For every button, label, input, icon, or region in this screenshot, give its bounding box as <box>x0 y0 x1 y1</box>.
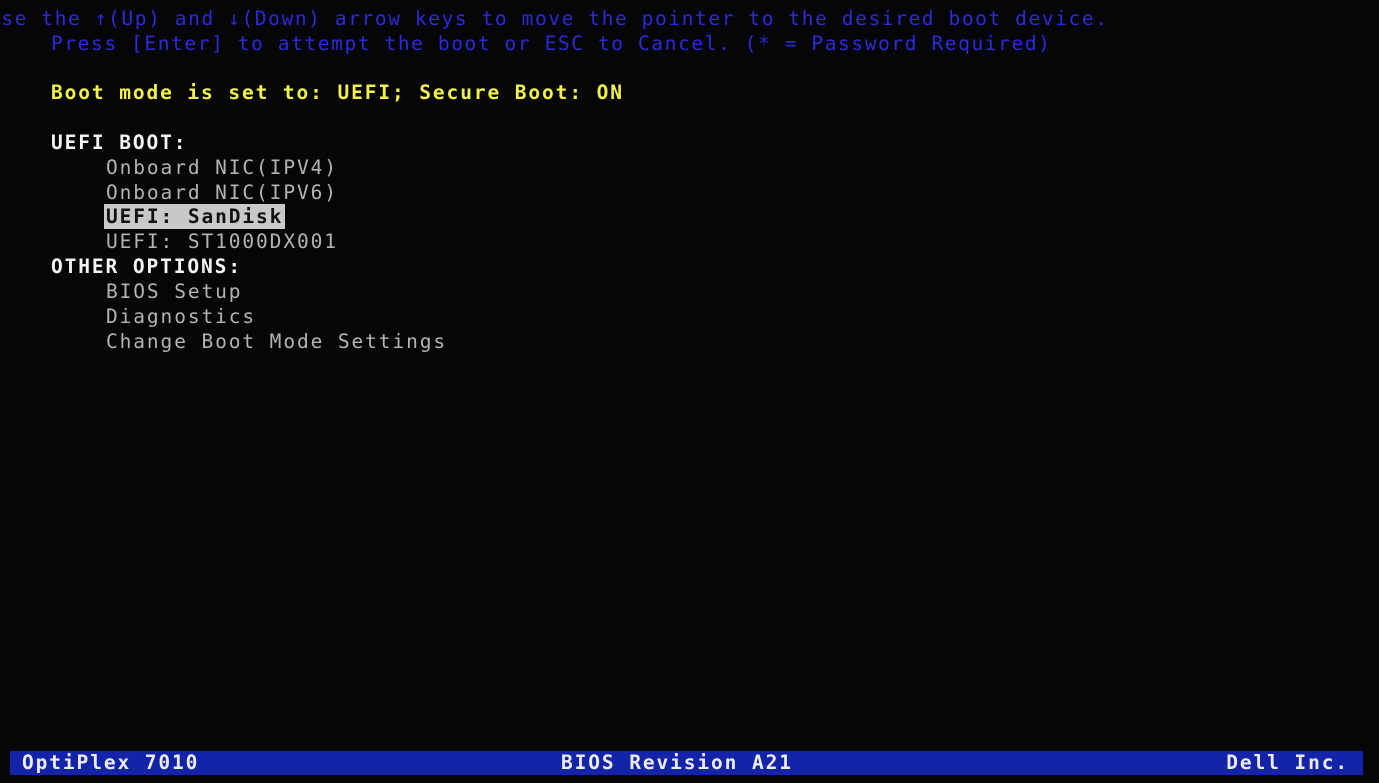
option-diagnostics[interactable]: Diagnostics <box>106 304 256 329</box>
footer-status-bar: OptiPlex 7010 BIOS Revision A21 Dell Inc… <box>10 751 1363 775</box>
boot-option-onboard-nic-ipv4[interactable]: Onboard NIC(IPV4) <box>106 155 338 180</box>
instruction-line-2: Press [Enter] to attempt the boot or ESC… <box>51 32 1052 55</box>
footer-model: OptiPlex 7010 <box>22 751 200 774</box>
boot-option-uefi-st1000dx001[interactable]: UEFI: ST1000DX001 <box>106 229 338 254</box>
option-change-boot-mode-settings[interactable]: Change Boot Mode Settings <box>106 329 447 354</box>
instruction-line-1: Use the ↑(Up) and ↓(Down) arrow keys to … <box>0 7 1109 30</box>
footer-bios-revision: BIOS Revision A21 <box>561 751 793 774</box>
boot-option-onboard-nic-ipv6[interactable]: Onboard NIC(IPV6) <box>106 180 338 205</box>
boot-mode-status: Boot mode is set to: UEFI; Secure Boot: … <box>51 81 624 104</box>
other-options-header: OTHER OPTIONS: <box>51 255 242 278</box>
boot-option-uefi-sandisk[interactable]: UEFI: SanDisk <box>104 204 286 229</box>
uefi-boot-header: UEFI BOOT: <box>51 131 188 154</box>
footer-vendor: Dell Inc. <box>1226 751 1349 774</box>
option-bios-setup[interactable]: BIOS Setup <box>106 279 242 304</box>
